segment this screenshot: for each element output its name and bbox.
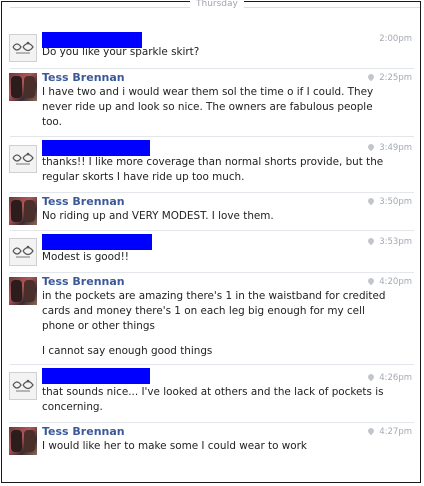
message-separator [10,272,414,273]
avatar[interactable] [9,427,37,455]
avatar-photo-detail [11,430,22,452]
avatar-photo-detail [24,430,35,452]
message-time: 3:50pm [366,196,412,207]
avatar[interactable] [9,197,37,225]
message-text: Do you like your sparkle skirt? [42,46,200,58]
message-item: 4:26pm that sounds nice... I've looked a… [2,364,420,422]
message-item: Tess Brennan 4:27pm I would like her to … [2,422,420,462]
redacted-sender-name [42,234,152,250]
location-pin-icon [366,276,376,286]
location-pin-icon [366,236,376,246]
chat-window: Thursday 2:00pm Do you like your sparkle… [1,0,421,483]
message-text: I would like her to make some I could we… [42,440,307,452]
location-pin-icon [366,196,376,206]
avatar-photo-detail [24,280,35,302]
message-item: Tess Brennan 2:25pm I have two and i wou… [2,68,420,136]
day-label: Thursday [190,0,244,9]
message-item: 2:00pm Do you like your sparkle skirt? [2,28,420,70]
avatar[interactable] [9,372,37,400]
avatar[interactable] [9,277,37,305]
message-text: that sounds nice... I've looked at other… [42,386,384,413]
avatar-photo-detail [24,200,35,222]
location-pin-icon [366,372,376,382]
sender-name[interactable]: Tess Brennan [42,425,125,438]
location-pin-icon [366,72,376,82]
location-pin-icon [366,142,376,152]
day-divider: Thursday [10,0,420,12]
message-item: Tess Brennan 4:20pm in the pockets are a… [2,272,420,364]
message-time: 4:20pm [366,276,412,287]
redacted-sender-name [42,140,150,156]
message-time: 4:26pm [366,372,412,383]
redacted-sender-name [42,368,150,384]
sender-name[interactable]: Tess Brennan [42,71,125,84]
sender-name[interactable]: Tess Brennan [42,275,125,288]
logo-icon [12,41,34,54]
message-time: 3:49pm [366,142,412,153]
avatar-photo-detail [11,76,22,98]
avatar[interactable] [9,238,37,266]
avatar[interactable] [9,73,37,101]
avatar-photo-detail [11,200,22,222]
logo-icon [12,152,34,165]
message-item: 3:53pm Modest is good!! [2,230,420,272]
message-separator [10,230,414,231]
avatar[interactable] [9,34,37,62]
avatar[interactable] [9,145,37,173]
message-text: I cannot say enough good things [42,345,213,357]
message-text: No riding up and VERY MODEST. I love the… [42,210,274,222]
message-item: Tess Brennan 3:50pm No riding up and VER… [2,192,420,230]
message-text: I have two and i would wear them sol the… [42,86,374,128]
message-time: 2:25pm [366,72,412,83]
sender-name[interactable]: Tess Brennan [42,195,125,208]
message-separator [10,422,414,423]
message-text: in the pockets are amazing there's 1 in … [42,290,386,332]
message-time: 2:00pm [379,34,412,44]
message-separator [10,192,414,193]
message-separator [10,136,414,137]
location-pin-icon [366,426,376,436]
message-time: 3:53pm [366,236,412,247]
message-text: thanks!! I like more coverage than norma… [42,156,384,183]
avatar-photo-detail [24,76,35,98]
message-text: Modest is good!! [42,251,129,263]
message-separator [10,68,414,69]
message-time: 4:27pm [366,426,412,437]
logo-icon [12,379,34,392]
logo-icon [12,245,34,258]
avatar-photo-detail [11,280,22,302]
message-separator [10,364,414,365]
message-item: 3:49pm thanks!! I like more coverage tha… [2,136,420,192]
